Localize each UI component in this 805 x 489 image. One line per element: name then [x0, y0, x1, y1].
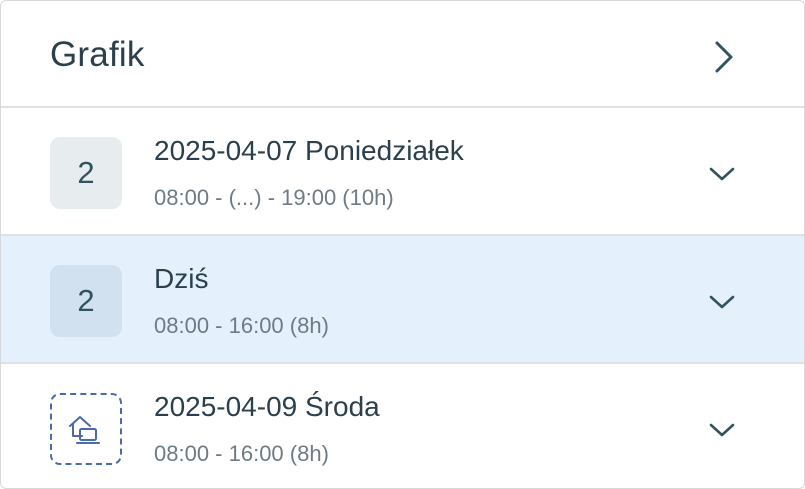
remote-work-badge	[50, 393, 122, 465]
day-title: 2025-04-07 Poniedziałek	[154, 135, 464, 166]
shift-hours: 08:00 - 16:00 (8h)	[154, 313, 329, 338]
shift-count-badge: 2	[50, 265, 122, 337]
remote-work-icon	[69, 416, 100, 444]
schedule-day-row[interactable]: 2 2025-04-07 Poniedziałek 08:00 - (...) …	[1, 108, 804, 236]
chevron-down-icon[interactable]	[708, 421, 736, 439]
schedule-day-row[interactable]: 2025-04-09 Środa 08:00 - 16:00 (8h)	[1, 364, 804, 488]
chevron-down-icon[interactable]	[708, 293, 736, 311]
schedule-title: Grafik	[50, 35, 145, 74]
chevron-right-icon[interactable]	[711, 39, 737, 75]
day-title: Dziś	[154, 263, 209, 294]
day-title: 2025-04-09 Środa	[154, 391, 380, 422]
shift-hours: 08:00 - 16:00 (8h)	[154, 441, 329, 466]
schedule-header[interactable]: Grafik	[1, 1, 804, 108]
schedule-card: Grafik 2 2025-04-07 Poniedziałek 08:00 -…	[0, 0, 805, 489]
chevron-down-icon[interactable]	[708, 165, 736, 183]
schedule-day-row-today[interactable]: 2 Dziś 08:00 - 16:00 (8h)	[1, 236, 804, 364]
shift-count-badge: 2	[50, 137, 122, 209]
shift-hours: 08:00 - (...) - 19:00 (10h)	[154, 185, 394, 210]
